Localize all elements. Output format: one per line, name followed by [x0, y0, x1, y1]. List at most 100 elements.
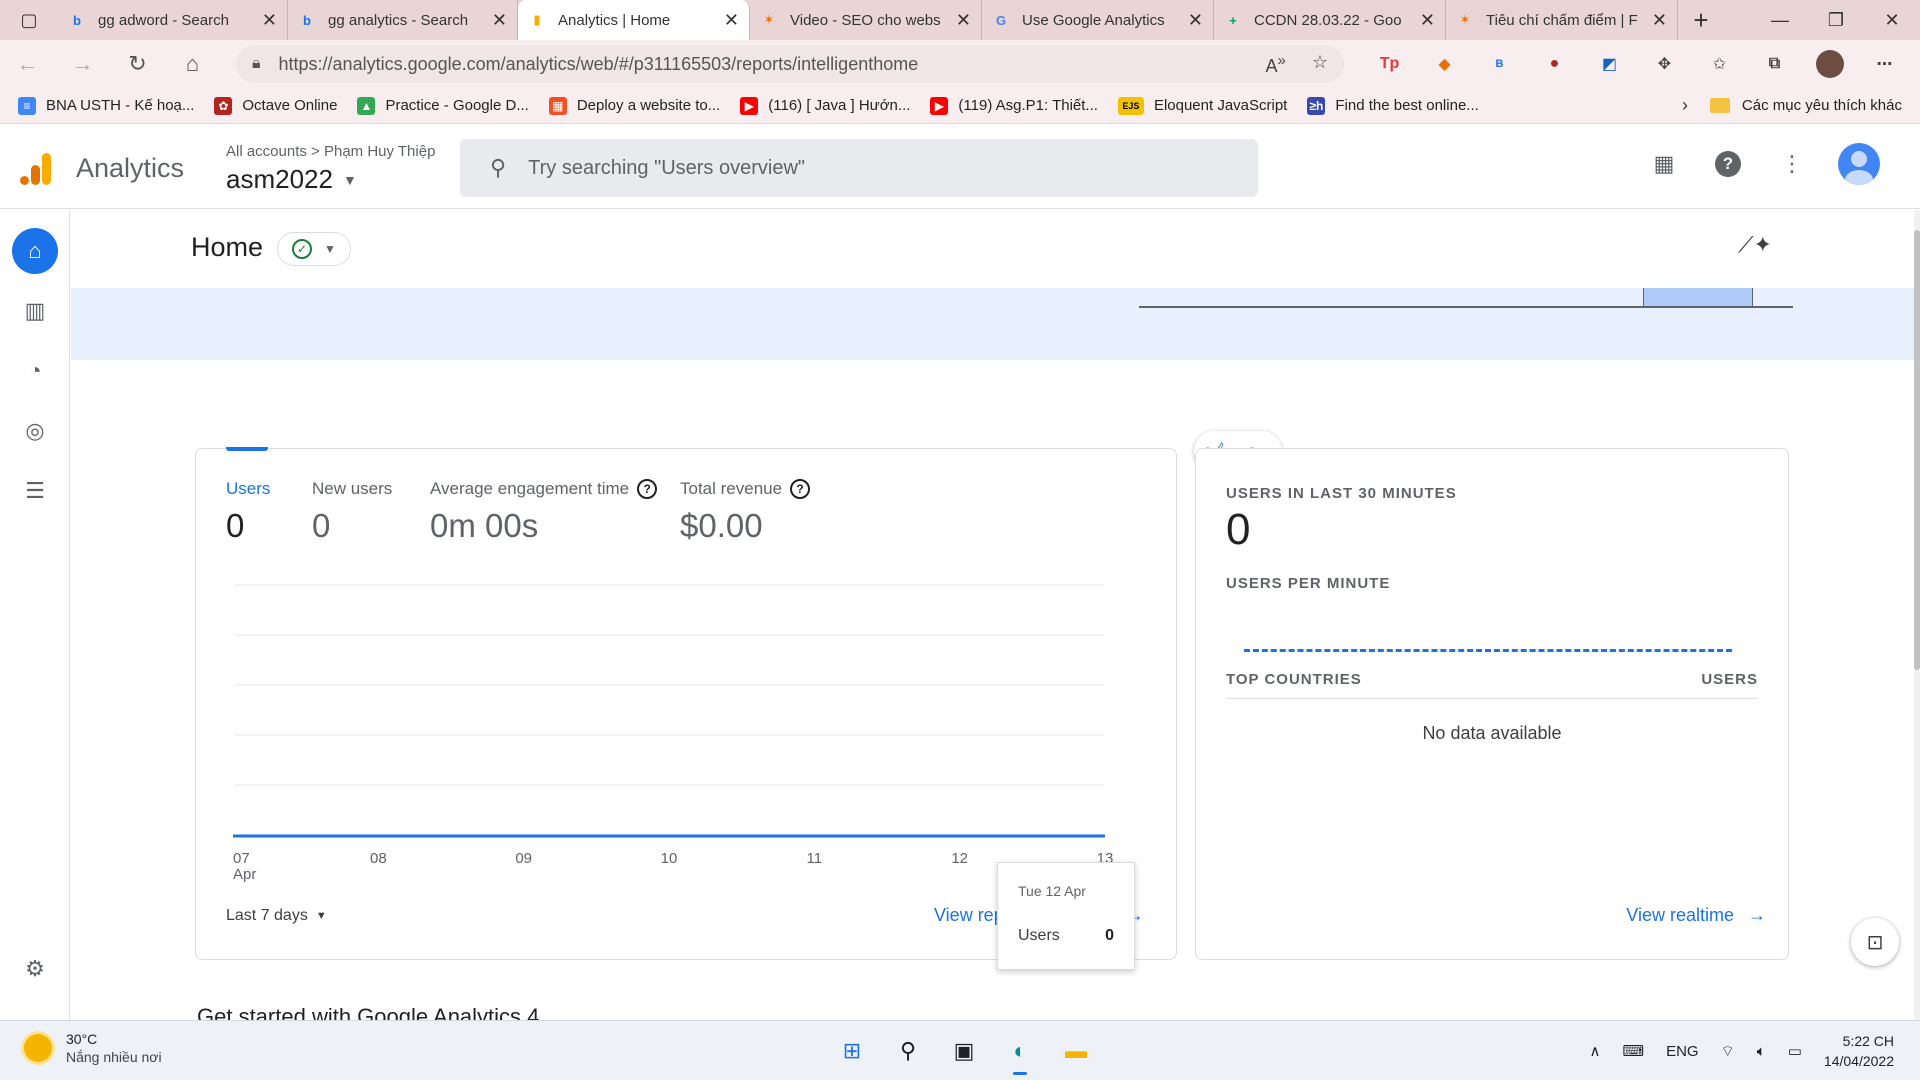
close-tab-icon[interactable]: ✕ [724, 10, 739, 31]
account-breadcrumb: All accounts > Phạm Huy Thiệp [226, 143, 436, 160]
date-range-dropdown[interactable]: Last 7 days ▼ [226, 907, 327, 925]
date-range-label: Last 7 days [226, 907, 308, 924]
url-field[interactable]: 🔒︎ https://analytics.google.com/analytic… [236, 45, 1344, 83]
page-title: Home [191, 232, 264, 262]
browser-tab[interactable]: + CCDN 28.03.22 - Goo ✕ [1214, 0, 1446, 40]
admin-gear-icon[interactable]: ⚙ [12, 946, 58, 992]
feedback-chat-icon[interactable]: ⊡ [1851, 918, 1899, 966]
browser-tab[interactable]: ✶ Tiêu chí chấm điểm | F ✕ [1446, 0, 1678, 40]
tooltip-value: 0 [1105, 927, 1114, 944]
url-text: https://analytics.google.com/analytics/w… [278, 53, 919, 74]
tab-actions-icon[interactable]: ▢ [0, 0, 58, 40]
clock[interactable]: 5:22 CH 14/04/2022 [1824, 1031, 1894, 1071]
extension-b-icon[interactable]: B [1472, 40, 1527, 88]
new-tab-button[interactable]: + [1678, 0, 1724, 40]
bookmark-item[interactable]: EJS Eloquent JavaScript [1117, 96, 1288, 115]
x-tick-label: 08 [370, 850, 387, 867]
reports-nav-icon[interactable]: ▥ [12, 288, 58, 334]
profile-avatar-icon[interactable] [1802, 40, 1857, 88]
bookmark-item[interactable]: ▶ (119) Asg.P1: Thiết... [930, 96, 1098, 115]
volume-muted-icon[interactable]: 🔈︎ [1757, 1043, 1766, 1060]
configure-nav-icon[interactable]: ☰ [12, 468, 58, 514]
clock-time: 5:22 CH [1842, 1033, 1894, 1049]
lock-icon: 🔒︎ [252, 55, 261, 72]
account-avatar[interactable] [1838, 143, 1880, 185]
taskbar-search-icon[interactable]: ⚲ [886, 1031, 930, 1071]
edge-icon[interactable]: ◐ [998, 1031, 1042, 1075]
bookmark-item[interactable]: ✿ Octave Online [214, 96, 338, 115]
advertising-nav-icon[interactable]: ◎ [12, 408, 58, 454]
favorites-icon[interactable]: ✩ [1692, 40, 1747, 88]
bookmark-item[interactable]: ▶ (116) [ Java ] Hướn... [740, 96, 910, 115]
minimize-icon[interactable]: — [1752, 0, 1808, 40]
scrollbar-thumb[interactable] [1914, 230, 1920, 670]
page-scrollbar[interactable] [1914, 210, 1920, 1020]
start-icon[interactable]: ⊞ [830, 1031, 874, 1071]
other-favorites[interactable]: Các mục yêu thích khác [1709, 97, 1902, 114]
bing-icon: b [303, 12, 311, 28]
users-line-chart[interactable]: 07 08 09 10 11 12 13Apr [196, 449, 1178, 889]
close-window-icon[interactable]: ✕ [1864, 0, 1920, 40]
battery-icon[interactable]: ▭ [1788, 1042, 1802, 1060]
bookmark-item[interactable]: ≥h Find the best online... [1307, 96, 1479, 115]
language-indicator[interactable]: ENG [1666, 1043, 1699, 1060]
tab-title: Video - SEO cho webs [790, 11, 941, 29]
extension-translate-icon[interactable]: ◩ [1582, 40, 1637, 88]
extension-metamask-icon[interactable]: ◆ [1417, 40, 1472, 88]
wifi-icon[interactable]: ⌔ [1721, 1042, 1735, 1061]
browser-tab[interactable]: b gg adword - Search ✕ [58, 0, 288, 40]
extensions-icon[interactable]: ✥ [1637, 40, 1692, 88]
browser-tab[interactable]: ▮ Analytics | Home ✕ [518, 0, 750, 40]
search-icon: ⚲ [490, 155, 507, 180]
close-tab-icon[interactable]: ✕ [1188, 10, 1203, 31]
task-view-icon[interactable]: ▣ [942, 1031, 986, 1071]
restore-icon[interactable]: ❐ [1808, 0, 1864, 40]
fpt-icon: ✶ [1459, 12, 1471, 27]
forward-button[interactable]: → [55, 40, 110, 88]
close-tab-icon[interactable]: ✕ [1652, 10, 1667, 31]
browser-tab[interactable]: ✶ Video - SEO cho webs ✕ [750, 0, 982, 40]
close-tab-icon[interactable]: ✕ [956, 10, 971, 31]
youtube-icon: ▶ [930, 96, 949, 115]
collections-icon[interactable]: ⧉ [1747, 40, 1802, 88]
tray-overflow-icon[interactable]: ∧ [1589, 1042, 1600, 1060]
docs-icon: ≡ [18, 96, 36, 115]
view-realtime-link[interactable]: View realtime → [1626, 905, 1766, 926]
extension-ublock-icon[interactable]: ● [1527, 40, 1582, 88]
home-button[interactable]: ⌂ [165, 40, 220, 88]
search-input[interactable]: ⚲ Try searching "Users overview" [460, 139, 1258, 197]
insights-icon[interactable]: ⟋✦ [1738, 232, 1772, 258]
back-button[interactable]: ← [0, 40, 55, 88]
more-menu-icon[interactable]: ⋯ [1857, 40, 1912, 88]
bookmark-item[interactable]: ▲ Practice - Google D... [357, 96, 529, 115]
home-nav-icon[interactable]: ⌂ [12, 228, 58, 274]
help-icon[interactable]: ? [1710, 146, 1746, 182]
explore-nav-icon[interactable]: ◔ [12, 348, 58, 394]
file-explorer-icon[interactable]: ▬ [1054, 1031, 1098, 1071]
bookmark-label: Eloquent JavaScript [1153, 97, 1288, 114]
weather-widget[interactable]: 30°C Nắng nhiều nơi [24, 1031, 162, 1065]
check-circle-icon: ✓ [292, 239, 313, 259]
apps-grid-icon[interactable]: ▦ [1646, 146, 1682, 182]
add-favorite-icon[interactable]: ☆ [1312, 52, 1328, 77]
browser-tab-bar: ▢ b gg adword - Search ✕ b gg analytics - Se… [0, 0, 1920, 40]
more-vert-icon[interactable]: ⋮ [1774, 146, 1810, 182]
arrow-right-icon: → [1748, 905, 1766, 925]
keyboard-icon[interactable]: ⌨ [1622, 1042, 1644, 1060]
bookmark-item[interactable]: ▦ Deploy a website to... [548, 96, 720, 115]
close-tab-icon[interactable]: ✕ [262, 10, 277, 31]
close-tab-icon[interactable]: ✕ [492, 10, 507, 31]
x-tick-label: 07 [233, 850, 250, 867]
reload-button[interactable]: ↻ [110, 40, 165, 88]
home-status-chip[interactable]: ✓ ▼ [277, 232, 351, 266]
browser-tab[interactable]: b gg analytics - Search ✕ [288, 0, 518, 40]
close-tab-icon[interactable]: ✕ [1420, 10, 1435, 31]
extension-tp-icon[interactable]: Tp [1362, 40, 1417, 88]
account-picker[interactable]: All accounts > Phạm Huy Thiệp asm2022 ▼ [226, 143, 435, 195]
browser-tab[interactable]: G Use Google Analytics ✕ [982, 0, 1214, 40]
drive-icon: ▲ [357, 96, 376, 115]
read-aloud-icon[interactable]: A» [1266, 52, 1286, 77]
bookmark-label: Octave Online [242, 97, 338, 114]
bookmarks-overflow-icon[interactable]: › [1682, 95, 1688, 116]
bookmark-item[interactable]: ≡ BNA USTH - Kế hoạ... [18, 96, 194, 115]
